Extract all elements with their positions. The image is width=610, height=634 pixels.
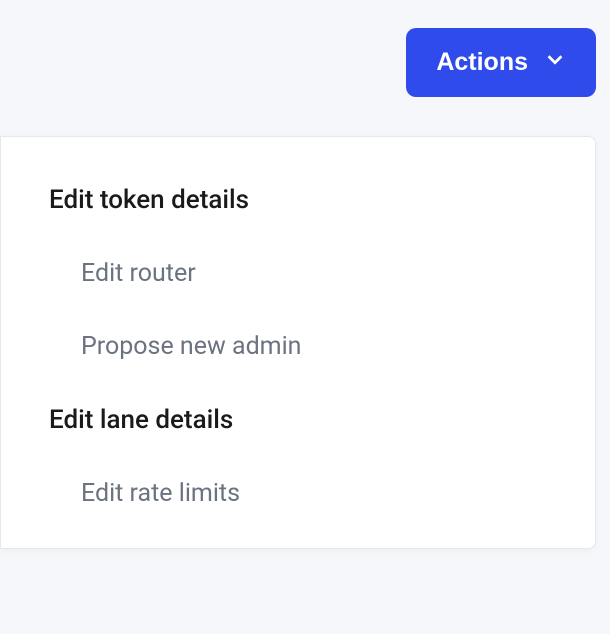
menu-item-edit-router[interactable]: Edit router xyxy=(1,259,595,288)
section-header-lane: Edit lane details xyxy=(1,405,595,435)
chevron-down-icon xyxy=(544,48,566,77)
actions-dropdown: Edit token details Edit router Propose n… xyxy=(0,136,596,549)
actions-button[interactable]: Actions xyxy=(406,28,596,97)
section-header-token: Edit token details xyxy=(1,185,595,215)
menu-item-edit-rate-limits[interactable]: Edit rate limits xyxy=(1,479,595,508)
menu-item-propose-admin[interactable]: Propose new admin xyxy=(1,332,595,361)
actions-button-label: Actions xyxy=(436,48,528,77)
